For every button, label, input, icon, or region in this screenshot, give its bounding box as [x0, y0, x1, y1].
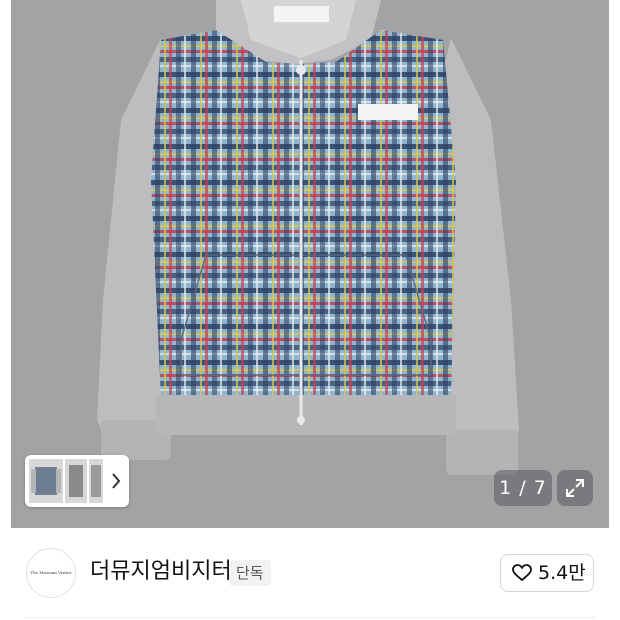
hoodie-illustration: [97, 0, 519, 475]
image-counter: 1 / 7: [494, 470, 552, 506]
brand-info-row: The Museum Visitor 더뮤지엄비지터 단독 5.4만: [0, 540, 620, 610]
product-main-image[interactable]: [11, 0, 609, 528]
thumbnail-side[interactable]: [65, 459, 87, 503]
heart-outline-icon: [512, 564, 532, 582]
thumbnail-back[interactable]: [89, 459, 103, 503]
like-button[interactable]: 5.4만: [500, 554, 594, 592]
thumbnail-front[interactable]: [29, 459, 63, 503]
divider: [25, 617, 595, 618]
brand-logo[interactable]: The Museum Visitor: [26, 548, 76, 598]
brand-logo-text: The Museum Visitor: [30, 570, 72, 575]
chevron-right-icon[interactable]: [109, 471, 123, 491]
exclusive-badge: 단독: [229, 560, 271, 586]
expand-arrows-icon: [566, 479, 584, 497]
like-count: 5.4만: [538, 562, 586, 584]
expand-button[interactable]: [557, 470, 593, 506]
product-image-gallery[interactable]: 1 / 7: [0, 0, 620, 528]
thumbnail-strip[interactable]: [25, 455, 129, 507]
brand-name[interactable]: 더뮤지엄비지터: [90, 556, 232, 588]
